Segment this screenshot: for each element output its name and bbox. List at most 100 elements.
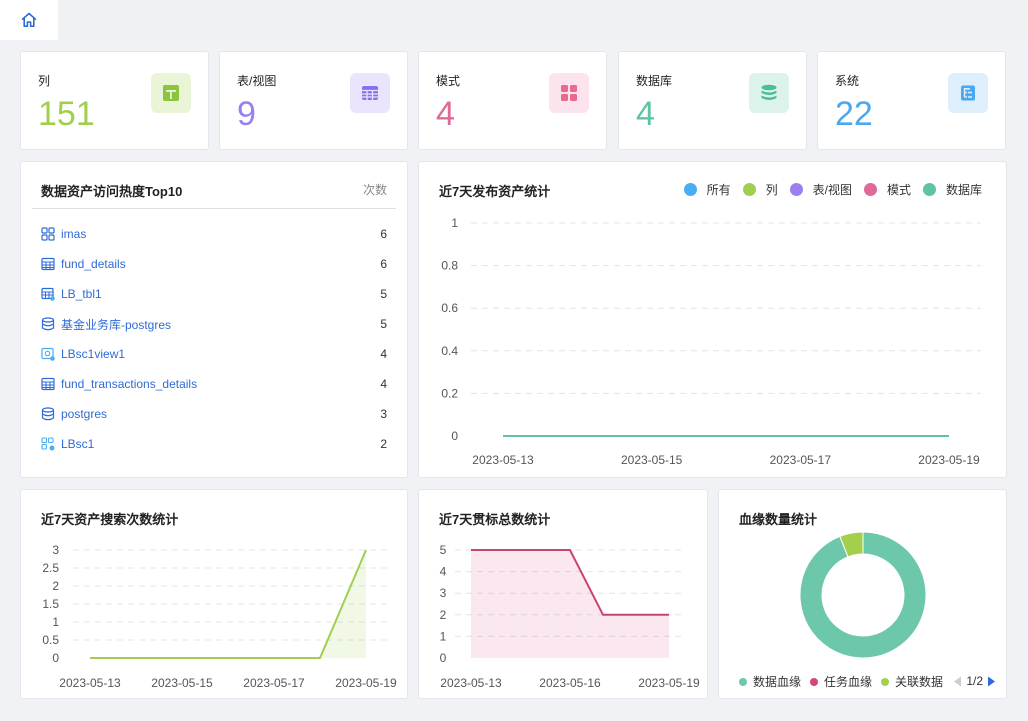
asset-name[interactable]: 基金业务库-postgres <box>61 316 380 333</box>
stat-value: 4 <box>636 95 655 133</box>
legend-pager: 1/2 <box>949 674 996 688</box>
view-icon <box>41 347 55 361</box>
database-icon <box>41 407 55 421</box>
asset-name[interactable]: LBsc1 <box>61 437 380 451</box>
stat-card-systems[interactable]: 系统 22 <box>817 51 1006 150</box>
legend-label: 任务血缘 <box>824 675 873 689</box>
asset-count: 5 <box>380 317 387 331</box>
y-tick-label: 0.5 <box>42 633 59 647</box>
y-tick-label: 0 <box>440 651 447 665</box>
stat-label: 模式 <box>436 74 461 88</box>
tree-list-icon <box>948 73 988 113</box>
y-tick-label: 1.5 <box>42 597 59 611</box>
table-icon <box>41 377 55 391</box>
y-tick-label: 1 <box>52 615 59 629</box>
database-icon <box>41 317 55 331</box>
prev-page-icon[interactable] <box>953 676 962 687</box>
list-item[interactable]: LBsc1view1 4 <box>41 339 387 369</box>
asset-count: 5 <box>380 287 387 301</box>
x-tick-label: 2023-05-15 <box>621 453 683 467</box>
asset-name[interactable]: imas <box>61 227 380 241</box>
search-chart-card: 近7天资产搜索次数统计 0 0.5 1 1.5 2 2.5 3 2023-05-13 2023-… <box>20 489 408 699</box>
asset-count: 3 <box>380 407 387 421</box>
x-tick-label: 2023-05-16 <box>539 676 601 690</box>
stat-card-tables[interactable]: 表/视图 9 <box>219 51 408 150</box>
x-tick-label: 2023-05-19 <box>918 453 980 467</box>
grid-table-icon <box>350 73 390 113</box>
stat-card-databases[interactable]: 数据库 4 <box>618 51 807 150</box>
asset-name[interactable]: LBsc1view1 <box>61 347 380 361</box>
stat-card-columns[interactable]: 列 151 <box>20 51 209 150</box>
legend-label: 关联数据 <box>895 675 944 689</box>
y-tick-label: 3 <box>440 586 447 600</box>
legend-label: 数据血缘 <box>753 675 802 689</box>
table-layout-icon <box>151 73 191 113</box>
lineage-legend: 数据血缘 任务血缘 关联数据 <box>739 673 952 690</box>
lineage-chart <box>799 531 927 659</box>
legend-dot <box>739 677 747 686</box>
x-tick-label: 2023-05-19 <box>638 676 700 690</box>
publish-chart: 0 0.2 0.4 0.6 0.8 1 2023-05-13 2023-05-15 2023-0… <box>441 216 981 467</box>
home-tab[interactable] <box>0 0 58 40</box>
asset-name[interactable]: postgres <box>61 407 380 421</box>
x-tick-label: 2023-05-17 <box>770 453 832 467</box>
lineage-chart-card: 血缘数量统计 数据血缘 任务血缘 关联数据 1/2 <box>718 489 1007 699</box>
asset-name[interactable]: fund_transactions_details <box>61 377 380 391</box>
list-item[interactable]: LB_tbl1 5 <box>41 279 387 309</box>
list-item[interactable]: imas 6 <box>41 219 387 249</box>
stat-label: 数据库 <box>636 74 673 88</box>
y-tick-label: 0.8 <box>441 259 458 273</box>
asset-name[interactable]: LB_tbl1 <box>61 287 380 301</box>
legend-item-data-lineage[interactable]: 数据血缘 <box>739 673 801 690</box>
y-tick-label: 0.6 <box>441 301 458 315</box>
table-link-icon <box>41 287 55 301</box>
stat-label: 表/视图 <box>237 74 277 88</box>
y-tick-label: 0.2 <box>441 386 458 400</box>
schema-link-icon <box>41 437 55 451</box>
x-tick-label: 2023-05-13 <box>472 453 534 467</box>
tab-bar <box>0 0 1028 40</box>
y-tick-label: 1 <box>440 629 447 643</box>
legend-item-task-lineage[interactable]: 任务血缘 <box>810 673 872 690</box>
asset-count: 6 <box>380 257 387 271</box>
list-item[interactable]: LBsc1 2 <box>41 429 387 459</box>
stat-value: 4 <box>436 95 455 133</box>
standard-chart: 0 1 2 3 4 5 2023-05-13 2023-05-16 2023-05-19 <box>440 543 700 690</box>
stat-label: 系统 <box>835 74 860 88</box>
divider <box>32 208 396 209</box>
search-chart: 0 0.5 1 1.5 2 2.5 3 2023-05-13 2023-05-15 2023-05… <box>42 543 397 690</box>
series-area <box>471 550 669 658</box>
legend-dot <box>810 677 819 686</box>
stat-label: 列 <box>38 74 51 88</box>
y-tick-label: 2 <box>52 579 59 593</box>
asset-name[interactable]: fund_details <box>61 257 380 271</box>
asset-count: 4 <box>380 347 387 361</box>
asset-count: 6 <box>380 227 387 241</box>
home-icon <box>21 12 37 27</box>
stat-card-schemas[interactable]: 模式 4 <box>418 51 607 150</box>
y-tick-label: 0 <box>52 651 59 665</box>
legend-item-related-data[interactable]: 关联数据 <box>881 673 943 690</box>
stat-value: 22 <box>835 95 873 133</box>
y-tick-label: 2 <box>440 608 447 622</box>
stat-value: 151 <box>38 95 95 133</box>
top10-card: 数据资产访问热度Top10 次数 imas 6 fund_details 6 L… <box>20 161 408 478</box>
list-item[interactable]: fund_transactions_details 4 <box>41 369 387 399</box>
next-page-icon[interactable] <box>987 676 996 687</box>
list-item[interactable]: postgres 3 <box>41 399 387 429</box>
page-indicator: 1/2 <box>966 674 983 688</box>
y-tick-label: 3 <box>52 543 59 557</box>
y-tick-label: 4 <box>440 565 447 579</box>
y-tick-label: 0.4 <box>441 344 458 358</box>
four-squares-icon <box>549 73 589 113</box>
list-item[interactable]: 基金业务库-postgres 5 <box>41 309 387 339</box>
list-item[interactable]: fund_details 6 <box>41 249 387 279</box>
x-tick-label: 2023-05-15 <box>151 676 213 690</box>
pie-slice <box>799 531 927 659</box>
y-tick-label: 1 <box>451 216 458 230</box>
asset-count: 4 <box>380 377 387 391</box>
asset-count: 2 <box>380 437 387 451</box>
y-tick-label: 5 <box>440 543 447 557</box>
stat-value: 9 <box>237 95 256 133</box>
table-icon <box>41 257 55 271</box>
